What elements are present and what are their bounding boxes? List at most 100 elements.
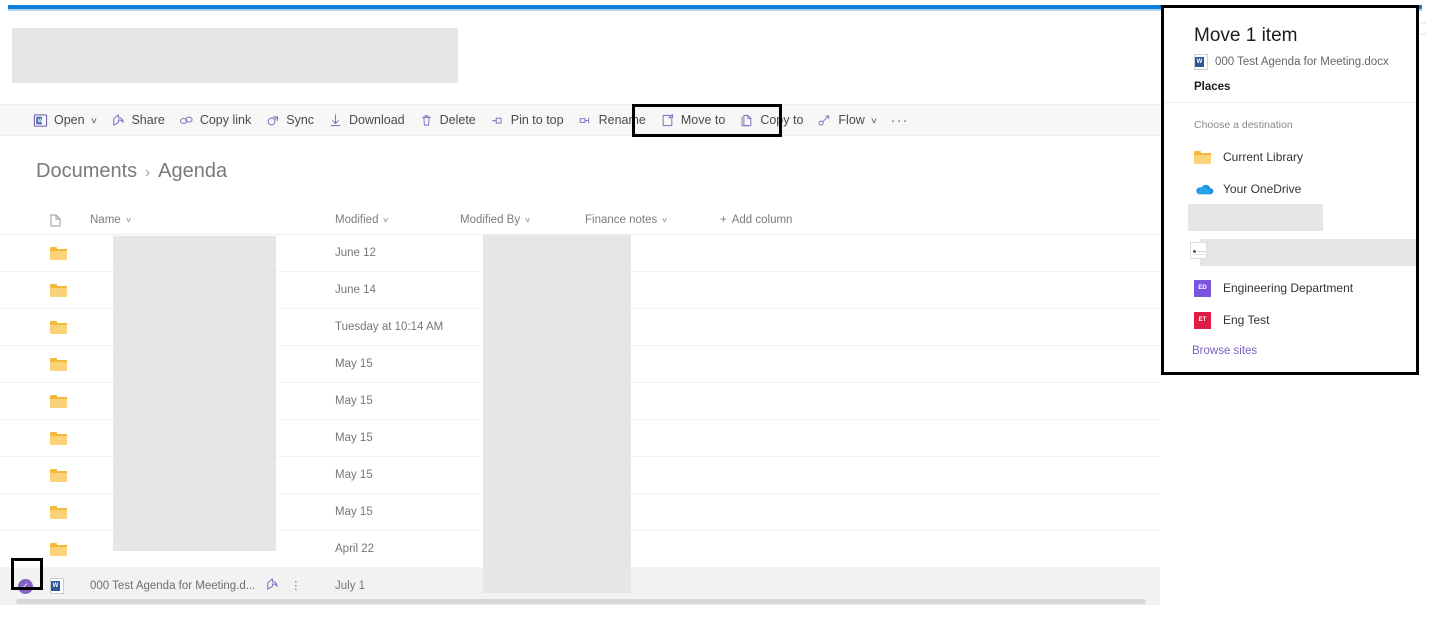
command-copy-link[interactable]: Copy link (172, 104, 258, 136)
command-label: Download (349, 112, 405, 127)
move-panel-file-row: W 000 Test Agenda for Meeting.docx (1194, 54, 1389, 70)
command-pin-to-top[interactable]: Pin to top (483, 104, 571, 136)
destination-item[interactable]: ED Engineering Department (1194, 277, 1353, 299)
command-label: Pin to top (510, 112, 564, 127)
sync-icon (265, 113, 280, 128)
folder-icon (50, 246, 90, 260)
command-label: Move to (680, 112, 726, 127)
chevron-down-icon: ∨ (869, 115, 878, 125)
list-header-row: Name ∨ Modified ∨ Modified By ∨ Finance … (0, 206, 1160, 235)
pin-icon (490, 113, 505, 128)
header-modified-label: Modified (335, 214, 379, 226)
chevron-down-icon: ∨ (661, 217, 669, 224)
destination-item[interactable]: Current Library (1194, 146, 1303, 168)
command-copy-to[interactable]: Copy to (732, 104, 810, 136)
row-modified-cell: April 22 (335, 543, 374, 555)
command-bar: W Open ∨ Share Copy link Sync Download Delete Pi… (0, 104, 1160, 136)
plus-icon: + (720, 214, 727, 226)
destination-item[interactable]: Your OneDrive (1194, 178, 1301, 200)
command-label: Copy link (199, 112, 252, 127)
browse-sites-link[interactable]: Browse sites (1192, 345, 1257, 357)
row-modified-cell: May 15 (335, 395, 373, 407)
row-modified-cell: May 15 (335, 432, 373, 444)
redacted-modified-by-values (483, 235, 631, 593)
folder-icon (50, 468, 90, 482)
command-label: Sync (286, 112, 315, 127)
header-file-type-icon (50, 214, 90, 227)
command-label: Delete (439, 112, 476, 127)
folder-icon (50, 320, 90, 334)
header-name[interactable]: Name ∨ (90, 214, 335, 226)
header-finance-notes-label: Finance notes (585, 214, 658, 226)
command-label: Rename (598, 112, 646, 127)
word-file-icon: W (50, 578, 90, 594)
header-modified-by-label: Modified By (460, 214, 521, 226)
header-modified-by[interactable]: Modified By ∨ (460, 214, 585, 226)
word-open-icon: W (33, 113, 48, 128)
command-open[interactable]: W Open ∨ (26, 104, 103, 136)
folder-icon (50, 542, 90, 556)
row-modified-cell: May 15 (335, 469, 373, 481)
document-icon (50, 214, 61, 226)
redacted-destination-2 (1200, 239, 1416, 266)
command-download[interactable]: Download (321, 104, 412, 136)
move-panel-choose-destination-label: Choose a destination (1194, 119, 1293, 131)
row-checkbox[interactable]: ✓ (0, 578, 50, 594)
row-modified-cell: June 14 (335, 284, 376, 296)
word-file-icon: W (1194, 54, 1208, 70)
command-share[interactable]: Share (103, 104, 171, 136)
redacted-page-header (12, 28, 458, 83)
move-panel-file-name: 000 Test Agenda for Meeting.docx (1215, 56, 1389, 68)
move-to-panel: Move 1 item W 000 Test Agenda for Meetin… (1164, 8, 1416, 372)
rename-icon (578, 113, 593, 128)
horizontal-scrollbar[interactable] (16, 599, 1146, 604)
site-tile-icon: ET (1194, 311, 1215, 329)
command-overflow-button[interactable]: ··· (884, 104, 916, 136)
link-icon (179, 113, 194, 128)
header-add-column[interactable]: + Add column (720, 214, 792, 226)
checkmark-icon: ✓ (17, 578, 33, 594)
command-label: Copy to (760, 112, 804, 127)
header-finance-notes[interactable]: Finance notes ∨ (585, 214, 720, 226)
header-modified[interactable]: Modified ∨ (335, 214, 460, 226)
folder-icon (50, 357, 90, 371)
breadcrumb-current[interactable]: Agenda (158, 160, 227, 183)
folder-icon (50, 283, 90, 297)
svg-text:W: W (38, 118, 43, 124)
row-modified-cell: May 15 (335, 506, 373, 518)
move-to-icon (660, 113, 675, 128)
row-name-cell[interactable]: 000 Test Agenda for Meeting.d... ⋮ (90, 577, 335, 595)
more-actions-icon[interactable]: ⋮ (290, 580, 301, 592)
command-move-to[interactable]: Move to (653, 104, 732, 136)
row-modified-cell: Tuesday at 10:14 AM (335, 321, 444, 333)
chevron-down-icon: ∨ (89, 115, 98, 125)
chevron-down-icon: ∨ (124, 217, 132, 224)
command-rename[interactable]: Rename (571, 104, 653, 136)
share-icon (110, 113, 125, 128)
breadcrumb-root[interactable]: Documents (36, 160, 137, 183)
move-panel-divider (1164, 102, 1416, 103)
download-icon (328, 113, 343, 128)
header-add-column-label: Add column (731, 214, 793, 226)
chevron-down-icon: ∨ (382, 217, 390, 224)
chevron-down-icon: ∨ (524, 217, 532, 224)
redacted-folder-names (113, 236, 276, 551)
folder-icon (50, 431, 90, 445)
breadcrumb-separator: › (145, 164, 151, 181)
folder-icon (50, 394, 90, 408)
onedrive-cloud-icon (1194, 182, 1215, 196)
redacted-destination-1 (1188, 204, 1323, 231)
folder-icon (1194, 150, 1215, 164)
command-sync[interactable]: Sync (258, 104, 321, 136)
command-label: Flow (838, 112, 865, 127)
command-delete[interactable]: Delete (412, 104, 483, 136)
background-artifact (1421, 33, 1426, 35)
destination-item[interactable]: ET Eng Test (1194, 309, 1269, 331)
command-label: Share (131, 112, 165, 127)
row-modified-cell: July 1 (335, 580, 366, 592)
command-flow[interactable]: Flow ∨ (810, 104, 883, 136)
move-panel-places-label: Places (1194, 81, 1231, 93)
background-artifact (1421, 22, 1426, 24)
row-modified-cell: May 15 (335, 358, 373, 370)
share-icon[interactable] (264, 577, 279, 595)
